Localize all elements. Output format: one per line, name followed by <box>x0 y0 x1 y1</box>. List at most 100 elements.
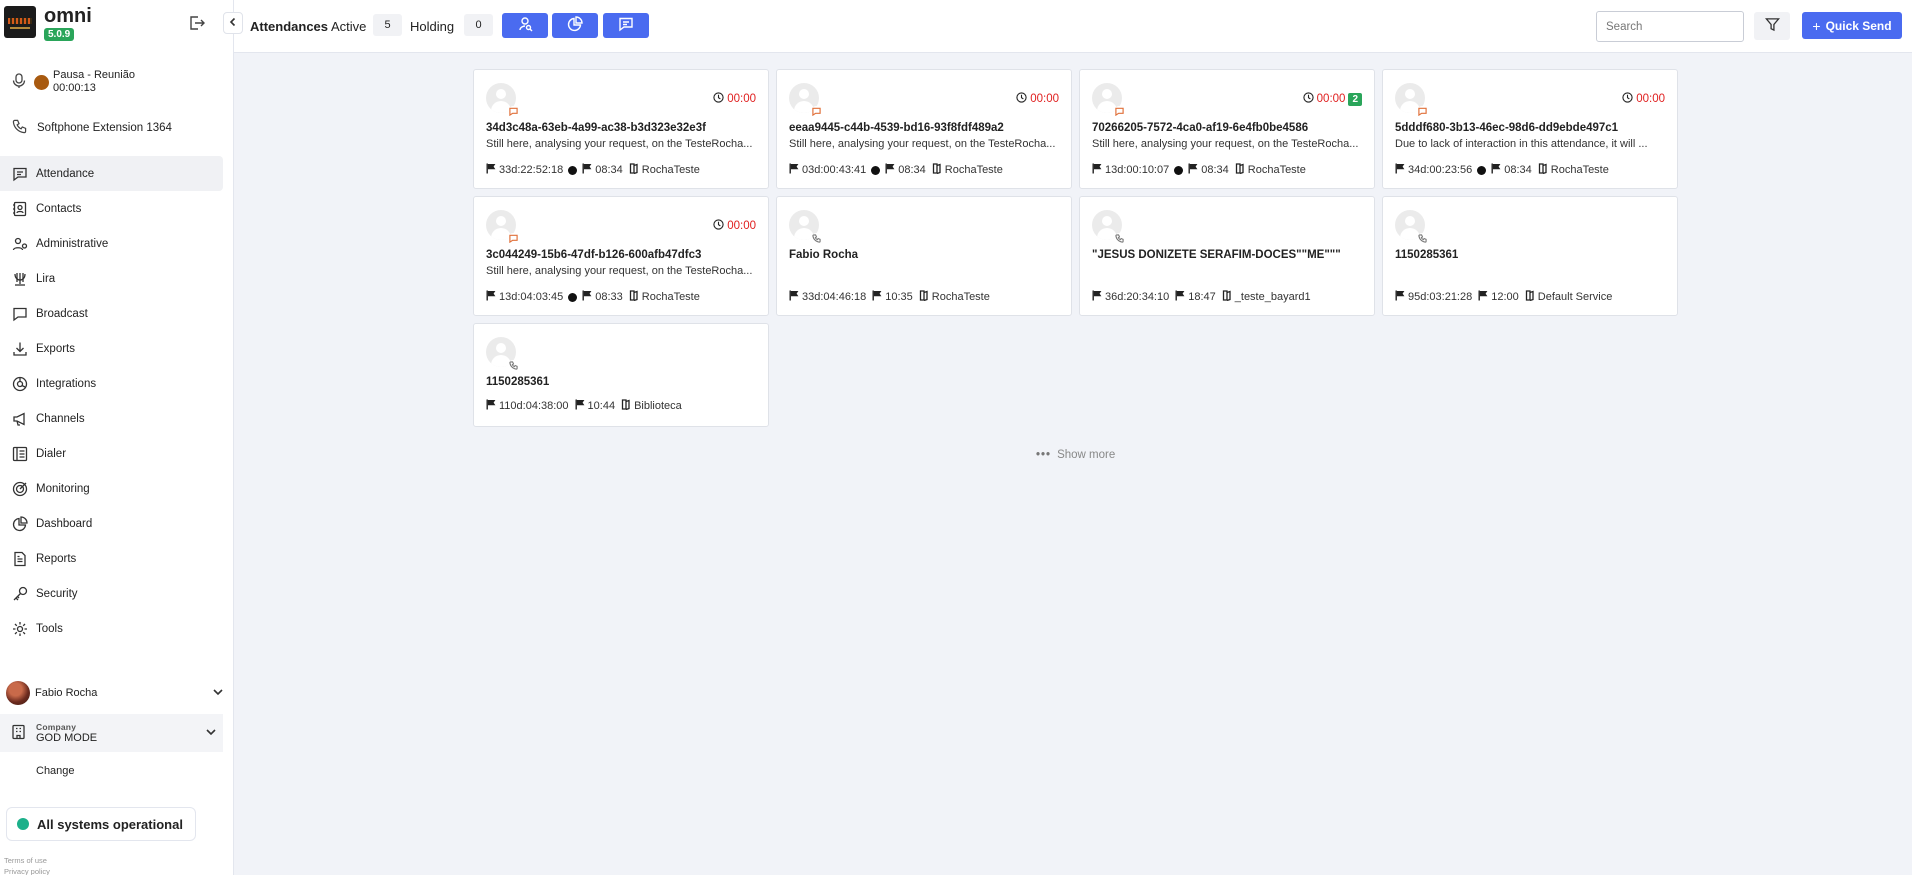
flag-icon <box>885 163 898 177</box>
card-meta: 03d:00:43:41 08:34 RochaTeste <box>789 163 1003 177</box>
change-company-link[interactable]: Change <box>36 765 75 777</box>
collapse-sidebar-button[interactable] <box>223 12 243 34</box>
wait-timer: 00:00 2 <box>1303 92 1362 106</box>
sidebar-item-dialer[interactable]: Dialer <box>0 436 223 471</box>
privacy-link[interactable]: Privacy policy <box>4 866 50 875</box>
pie-chart-icon <box>11 515 28 532</box>
attendance-card[interactable]: 00:00 3c044249-15b6-47df-b126-600afb47dfc… <box>473 196 769 316</box>
sidebar-nav: Attendance Contacts Administrative Lira … <box>0 156 234 646</box>
phone-icon <box>1417 233 1428 244</box>
flag-icon <box>486 163 499 177</box>
agent-status[interactable]: Pausa - Reunião 00:00:13 <box>12 69 135 95</box>
quick-send-button[interactable]: + Quick Send <box>1802 12 1902 39</box>
filter-button[interactable] <box>1754 12 1790 40</box>
sidebar-item-exports[interactable]: Exports <box>0 331 223 366</box>
start-time: 12:00 <box>1491 291 1519 303</box>
status-dot <box>871 165 881 175</box>
attendance-card[interactable]: 1150285361 95d:03:21:28 12:00 Default Servi… <box>1382 196 1678 316</box>
search-input[interactable] <box>1596 11 1744 42</box>
attendance-duration: 110d:04:38:00 <box>499 400 569 412</box>
system-status-label: All systems operational <box>37 816 183 832</box>
card-meta: 95d:03:21:28 12:00 Default Service <box>1395 290 1612 304</box>
top-bar: Attendances Active 5 Holding 0 + Quick S… <box>234 0 1912 53</box>
flag-icon <box>1092 290 1105 304</box>
system-status[interactable]: All systems operational <box>6 807 196 841</box>
attendance-card[interactable]: "JESUS DONIZETE SERAFIM-DOCES""ME""" 36d:… <box>1079 196 1375 316</box>
timer-value: 00:00 <box>727 93 756 105</box>
sidebar-item-attendance[interactable]: Attendance <box>0 156 223 191</box>
queue-name: _teste_bayard1 <box>1234 291 1311 303</box>
contact-name: 70266205-7572-4ca0-af19-6e4fb0be4586 <box>1092 122 1309 134</box>
sidebar-item-label: Integrations <box>36 377 97 390</box>
attendance-card[interactable]: 00:00 eeaa9445-c44b-4539-bd16-93f8fdf489a… <box>776 69 1072 189</box>
attendance-card[interactable]: 00:00 5dddf680-3b13-46ec-98d6-dd9ebde497c… <box>1382 69 1678 189</box>
show-more-button[interactable]: ••• Show more <box>1036 449 1115 461</box>
active-label: Active <box>331 19 367 34</box>
phone-icon <box>12 119 27 137</box>
last-message: Still here, analysing your request, on t… <box>486 265 753 277</box>
wait-timer: 00:00 <box>713 92 756 106</box>
company-selector[interactable]: Company GOD MODE <box>0 714 223 752</box>
sidebar-item-tools[interactable]: Tools <box>0 611 223 646</box>
sidebar-item-channels[interactable]: Channels <box>0 401 223 436</box>
sidebar-item-dashboard[interactable]: Dashboard <box>0 506 223 541</box>
start-time: 08:34 <box>1201 164 1229 176</box>
attendance-card[interactable]: Fabio Rocha 33d:04:46:18 10:35 RochaTeste <box>776 196 1072 316</box>
attendance-card[interactable]: 00:00 34d3c48a-63eb-4a99-ac38-b3d323e32e3… <box>473 69 769 189</box>
queue-icon <box>1525 290 1538 304</box>
company-logo <box>4 6 36 38</box>
sidebar-item-integrations[interactable]: Integrations <box>0 366 223 401</box>
company-name: GOD MODE <box>36 732 98 744</box>
sidebar-item-reports[interactable]: Reports <box>0 541 223 576</box>
queue-icon <box>1222 290 1235 304</box>
attendance-card[interactable]: 1150285361 110d:04:38:00 10:44 Biblioteca <box>473 323 769 427</box>
contact-name: 3c044249-15b6-47df-b126-600afb47dfc3 <box>486 249 702 261</box>
queue-name: Biblioteca <box>634 400 682 412</box>
contact-search-button[interactable] <box>502 13 548 38</box>
queue-name: RochaTeste <box>931 291 990 303</box>
sidebar-item-contacts[interactable]: Contacts <box>0 191 223 226</box>
sidebar-item-monitoring[interactable]: Monitoring <box>0 471 223 506</box>
flag-icon <box>1092 163 1105 177</box>
stats-button[interactable] <box>552 13 598 38</box>
chat-icon <box>11 165 28 182</box>
sidebar-item-label: Dialer <box>36 447 67 460</box>
phone-icon <box>1114 233 1125 244</box>
sidebar-item-security[interactable]: Security <box>0 576 223 611</box>
user-menu[interactable]: Fabio Rocha <box>6 681 224 705</box>
chevron-down-icon <box>205 726 217 741</box>
flag-icon <box>1395 290 1408 304</box>
queue-name: RochaTeste <box>1247 164 1306 176</box>
contact-name: 34d3c48a-63eb-4a99-ac38-b3d323e32e3f <box>486 122 706 134</box>
show-more-label: Show more <box>1057 449 1116 461</box>
card-meta: 13d:04:03:45 08:33 RochaTeste <box>486 290 700 304</box>
softphone[interactable]: Softphone Extension 1364 <box>12 119 172 137</box>
attendance-card[interactable]: 00:00 2 70266205-7572-4ca0-af19-6e4fb0be45… <box>1079 69 1375 189</box>
sidebar-item-administrative[interactable]: Administrative <box>0 226 223 261</box>
chevron-left-icon <box>228 16 238 30</box>
attendance-duration: 33d:22:52:18 <box>499 164 564 176</box>
sidebar-item-broadcast[interactable]: Broadcast <box>0 296 223 331</box>
terms-link[interactable]: Terms of use <box>4 855 50 866</box>
quick-send-label: Quick Send <box>1825 18 1892 33</box>
user-name: Fabio Rocha <box>35 687 98 699</box>
queue-name: Default Service <box>1537 291 1613 303</box>
megaphone-icon <box>11 410 28 427</box>
company-label: Company <box>36 722 77 732</box>
clock-icon <box>1622 92 1636 106</box>
queue-icon <box>919 290 932 304</box>
logout-icon[interactable] <box>188 14 206 32</box>
filter-icon <box>1764 17 1780 35</box>
sidebar-item-label: Security <box>36 587 78 600</box>
chat-icon <box>811 106 822 117</box>
admin-icon <box>11 235 28 252</box>
sidebar-item-label: Tools <box>36 622 63 635</box>
last-message: Still here, analysing your request, on t… <box>789 138 1056 150</box>
start-time: 10:35 <box>885 291 913 303</box>
sidebar-item-label: Reports <box>36 552 77 565</box>
flag-icon <box>789 163 802 177</box>
wait-timer: 00:00 <box>1016 92 1059 106</box>
sidebar-item-lira[interactable]: Lira <box>0 261 223 296</box>
new-chat-button[interactable] <box>603 13 649 38</box>
chat-icon <box>508 106 519 117</box>
